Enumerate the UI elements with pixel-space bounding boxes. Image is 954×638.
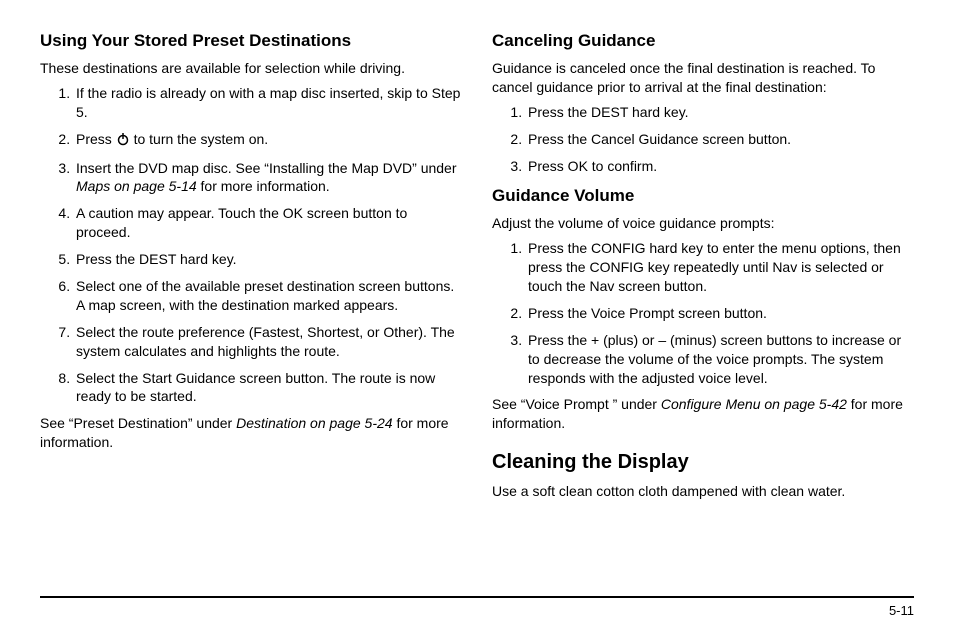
- heading-preset-destinations: Using Your Stored Preset Destinations: [40, 30, 462, 53]
- page-columns: Using Your Stored Preset Destinations Th…: [40, 30, 914, 590]
- list-item: Select the Start Guidance screen button.…: [74, 369, 462, 407]
- list-item: Press the Voice Prompt screen button.: [526, 304, 914, 323]
- volume-outro: See “Voice Prompt ” under Configure Menu…: [492, 395, 914, 433]
- cancel-steps-list: Press the DEST hard key. Press the Cance…: [492, 103, 914, 176]
- preset-steps-list: If the radio is already on with a map di…: [40, 84, 462, 406]
- heading-canceling-guidance: Canceling Guidance: [492, 30, 914, 53]
- cancel-intro: Guidance is canceled once the final dest…: [492, 59, 914, 97]
- list-item: Select the route preference (Fastest, Sh…: [74, 323, 462, 361]
- power-icon: [116, 132, 130, 151]
- right-column: Canceling Guidance Guidance is canceled …: [492, 30, 914, 590]
- cleaning-text: Use a soft clean cotton cloth dampened w…: [492, 482, 914, 501]
- outro-text: See “Preset Destination” under Destinati…: [40, 414, 462, 452]
- page-number: 5-11: [889, 603, 914, 618]
- list-item: Press OK to confirm.: [526, 157, 914, 176]
- list-item: Press the DEST hard key.: [526, 103, 914, 122]
- heading-cleaning-display: Cleaning the Display: [492, 449, 914, 476]
- list-item: Press the Cancel Guidance screen button.: [526, 130, 914, 149]
- intro-text: These destinations are available for sel…: [40, 59, 462, 78]
- volume-intro: Adjust the volume of voice guidance prom…: [492, 214, 914, 233]
- list-item: Insert the DVD map disc. See “Installing…: [74, 159, 462, 197]
- list-item: If the radio is already on with a map di…: [74, 84, 462, 122]
- page-footer: 5-11: [40, 596, 914, 620]
- heading-guidance-volume: Guidance Volume: [492, 185, 914, 208]
- left-column: Using Your Stored Preset Destinations Th…: [40, 30, 462, 590]
- list-item: A caution may appear. Touch the OK scree…: [74, 204, 462, 242]
- list-item: Press the DEST hard key.: [74, 250, 462, 269]
- list-item: Select one of the available preset desti…: [74, 277, 462, 315]
- list-item: Press the CONFIG hard key to enter the m…: [526, 239, 914, 296]
- volume-steps-list: Press the CONFIG hard key to enter the m…: [492, 239, 914, 387]
- list-item: Press the + (plus) or – (minus) screen b…: [526, 331, 914, 388]
- list-item: Press to turn the system on.: [74, 130, 462, 151]
